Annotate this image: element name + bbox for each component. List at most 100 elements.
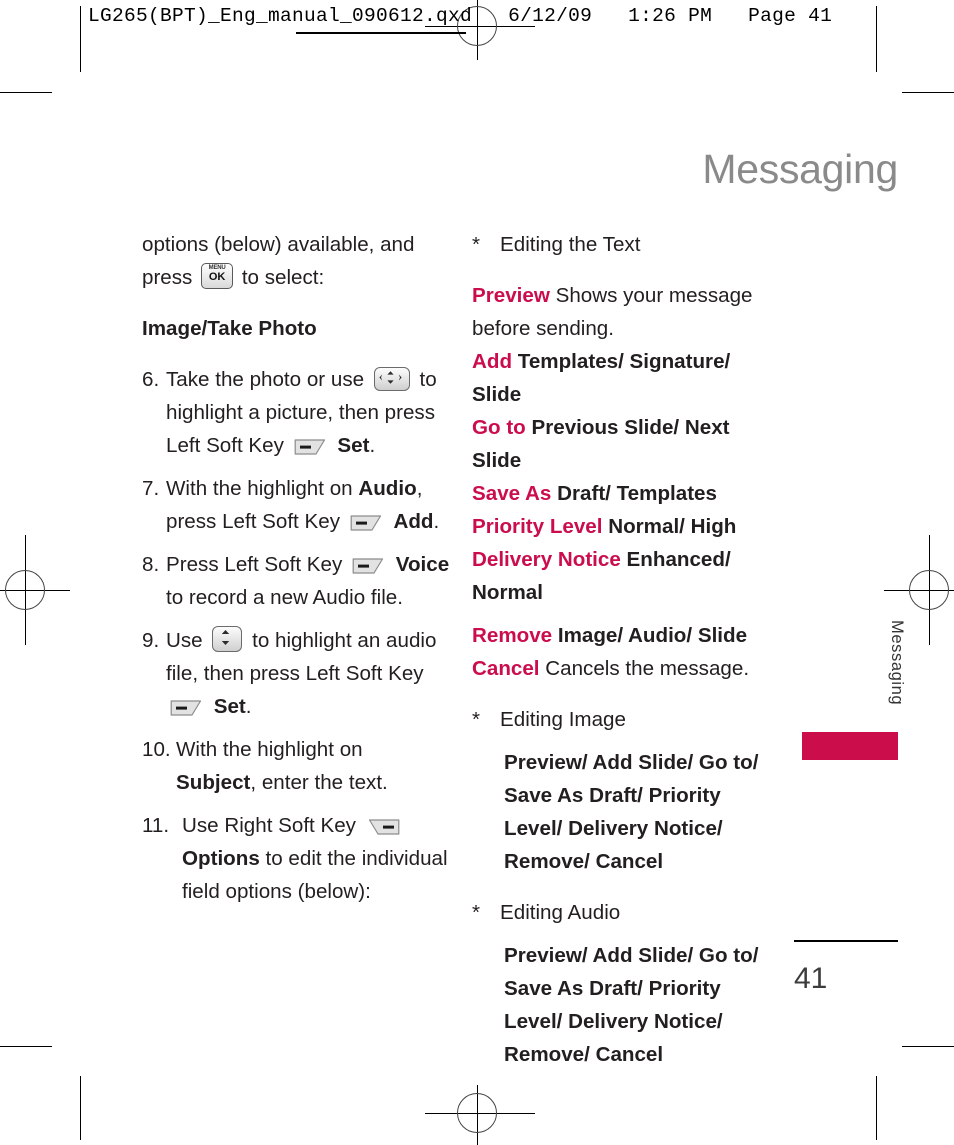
step-body: Take the photo or use to highlight a pic… [166, 363, 452, 462]
bullet-star: * [472, 901, 481, 924]
step8-text-b: to record a new Audio file. [166, 586, 403, 609]
option-key: Preview [472, 284, 550, 307]
file-slug-line: LG265(BPT)_Eng_manual_090612.qxd 6/12/09… [88, 5, 833, 27]
option-row: Remove Image/ Audio/ Slide [472, 619, 772, 652]
page-title: Messaging [702, 146, 898, 192]
crop-mark-br-v [876, 1076, 877, 1140]
list-item: 8. Press Left Soft Key Voice to record a… [142, 548, 452, 614]
slug-underline [296, 32, 466, 34]
option-row: Delivery Notice Enhanced/ Normal [472, 543, 772, 609]
section-audio-body: Preview/ Add Slide/ Go to/ Save As Draft… [504, 944, 759, 1066]
step11-text-a: Use Right Soft Key [182, 814, 356, 837]
crop-mark-tl-v [80, 6, 81, 72]
step-body: With the highlight on Audio, press Left … [166, 472, 452, 538]
step-body: Press Left Soft Key Voice to record a ne… [166, 548, 452, 614]
option-key: Delivery Notice [472, 548, 621, 571]
step-number: 10. [142, 738, 171, 761]
option-value: Normal/ High [608, 515, 737, 538]
option-row: Preview Shows your message before sendin… [472, 279, 772, 345]
left-soft-key-icon [170, 698, 204, 718]
list-item: 6. Take the photo or use to highlight a … [142, 363, 452, 462]
step-number: 9. [142, 629, 160, 652]
list-item: 10. With the highlight on Subject, enter… [142, 733, 452, 799]
intro-line2-post: to select: [241, 266, 325, 289]
option-key: Cancel [472, 657, 540, 680]
list-item: 7. With the highlight on Audio, press Le… [142, 472, 452, 538]
intro-line2-pre: press [142, 266, 193, 289]
step11-bold-options: Options [182, 847, 260, 870]
step7-bold-add: Add [393, 510, 434, 533]
step9-bold-set: Set [213, 695, 246, 718]
left-soft-key-icon [350, 513, 384, 533]
step9-tail: . [245, 695, 252, 718]
crop-mark-br-h [902, 1046, 954, 1047]
page-number: 41 [794, 962, 828, 995]
step7-text-a: With the highlight on [166, 477, 353, 500]
menu-ok-key-icon: MENU OK [201, 263, 234, 289]
bullet-star: * [472, 233, 481, 256]
crop-mark-tl-h [0, 92, 52, 93]
crop-mark-bl-h [0, 1046, 52, 1047]
step-number: 7. [142, 477, 160, 500]
step9-text-b: to highlight an audio file, then press L… [166, 629, 437, 685]
step6-text-a: Take the photo or use [166, 368, 365, 391]
section-heading-editing-audio: * Editing Audio [472, 896, 772, 929]
option-row: Cancel Cancels the message. [472, 652, 772, 685]
section-heading-editing-the-text: * Editing the Text [472, 228, 772, 261]
option-value: Cancels the message. [545, 657, 750, 680]
right-soft-key-icon [366, 817, 400, 837]
right-column: * Editing the Text Preview Shows your me… [472, 228, 772, 1071]
left-soft-key-icon [352, 556, 386, 576]
step9-text-a: Use [166, 629, 203, 652]
step-number: 8. [142, 553, 160, 576]
option-key: Go to [472, 416, 526, 439]
option-row: Go to Previous Slide/ Next Slide [472, 411, 772, 477]
subheading-image-take-photo: Image/Take Photo [142, 317, 317, 340]
crop-mark-tr-h [902, 92, 954, 93]
section-title: Editing Audio [500, 901, 621, 924]
step-number: 11. [142, 814, 170, 837]
step8-bold-voice: Voice [395, 553, 450, 576]
side-tab-color-block [802, 732, 898, 760]
bullet-star: * [472, 708, 481, 731]
step-body: Use Right Soft Key Options to edit the i… [182, 809, 452, 908]
registration-mark-left [0, 535, 70, 645]
crop-mark-bl-v [80, 1076, 81, 1140]
option-key: Save As [472, 482, 552, 505]
step8-text-a: Press Left Soft Key [166, 553, 343, 576]
step10-text-a: With the highlight on [176, 738, 363, 761]
step-number: 6. [142, 368, 160, 391]
step-body: With the highlight on Subject, enter the… [176, 733, 452, 799]
option-row: Add Templates/ Signature/ Slide [472, 345, 772, 411]
menu-ok-key-bottom-label: OK [208, 271, 226, 283]
list-item: 11. Use Right Soft Key Options to edit t… [142, 809, 452, 908]
list-item: 9. Use to highlight an audio file, then … [142, 624, 452, 723]
four-way-nav-key-icon [373, 367, 410, 391]
registration-mark-bottom [425, 1085, 535, 1145]
option-value: Draft/ Templates [557, 482, 717, 505]
option-key: Add [472, 350, 513, 373]
side-tab-label: Messaging [888, 620, 906, 706]
intro-line1: options (below) available, and [142, 233, 415, 256]
crop-mark-tr-v [876, 6, 877, 72]
section-heading-editing-image: * Editing Image [472, 703, 772, 736]
up-down-nav-key-icon [212, 626, 243, 652]
option-value: Image/ Audio/ Slide [557, 624, 748, 647]
section-title: Editing the Text [500, 233, 641, 256]
section-image-body: Preview/ Add Slide/ Go to/ Save As Draft… [504, 751, 759, 873]
left-soft-key-icon [294, 437, 328, 457]
step10-text-b: , enter the text. [250, 771, 388, 794]
